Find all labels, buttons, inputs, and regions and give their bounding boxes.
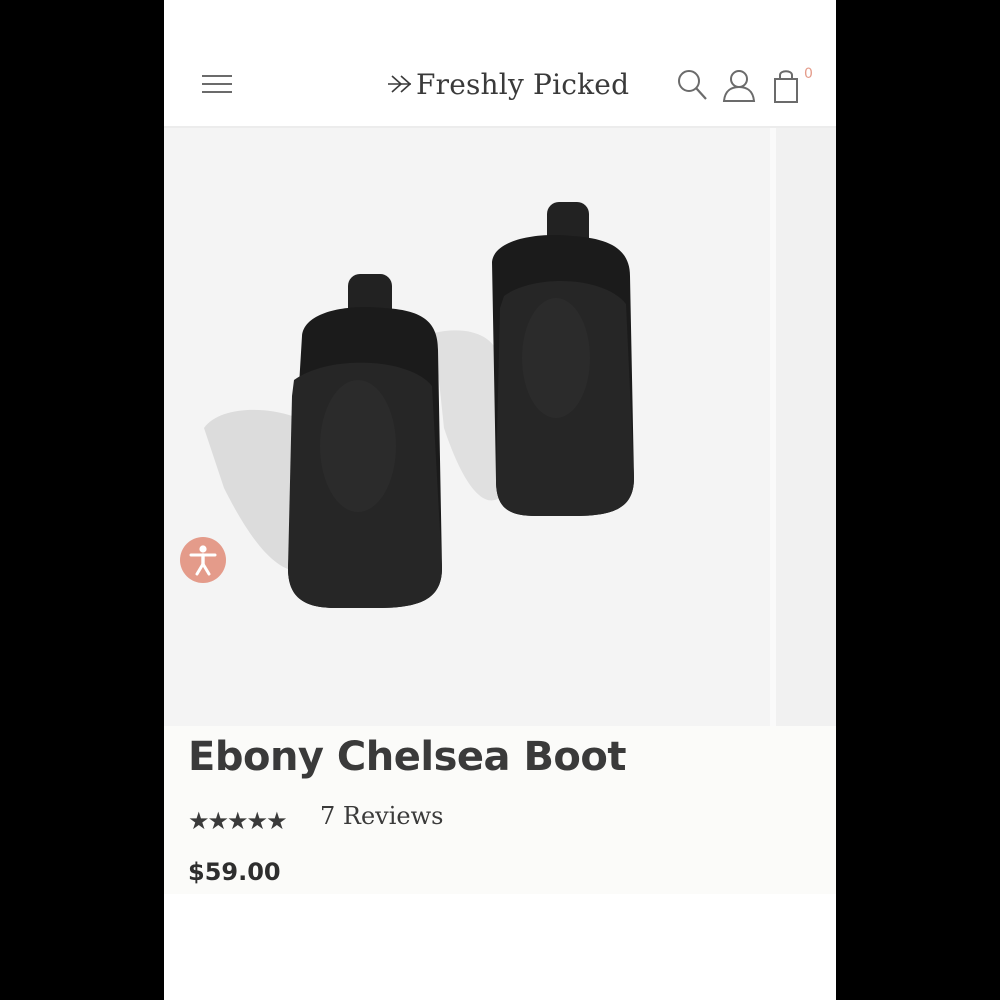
site-logo[interactable]: Freshly Picked <box>386 66 629 102</box>
product-title: Ebony Chelsea Boot <box>188 734 627 780</box>
left-boot <box>288 274 442 608</box>
logo-text: Freshly Picked <box>416 67 630 101</box>
accessibility-icon <box>189 545 217 576</box>
search-icon[interactable] <box>676 68 708 102</box>
next-image-preview[interactable] <box>770 128 836 726</box>
product-details: Ebony Chelsea Boot ★★★★★ 7 Reviews $59.0… <box>164 726 836 894</box>
logo-arrow-icon <box>388 75 412 93</box>
product-image <box>164 128 836 726</box>
site-header: Freshly Picked 0 <box>164 42 836 128</box>
product-image-gallery[interactable] <box>164 128 836 726</box>
account-icon[interactable] <box>722 68 756 102</box>
shopping-bag-icon[interactable] <box>772 68 802 104</box>
cart-count-badge: 0 <box>804 66 813 82</box>
right-boot <box>492 202 634 516</box>
phone-screen: Freshly Picked 0 Ebony Chelsea Boot ★★★★… <box>164 0 836 1000</box>
reviews-link[interactable]: 7 Reviews <box>320 802 443 830</box>
product-price: $59.00 <box>188 858 281 886</box>
hamburger-menu-icon[interactable] <box>202 75 232 97</box>
rating-stars: ★★★★★ <box>188 807 288 835</box>
accessibility-button[interactable] <box>180 537 226 583</box>
